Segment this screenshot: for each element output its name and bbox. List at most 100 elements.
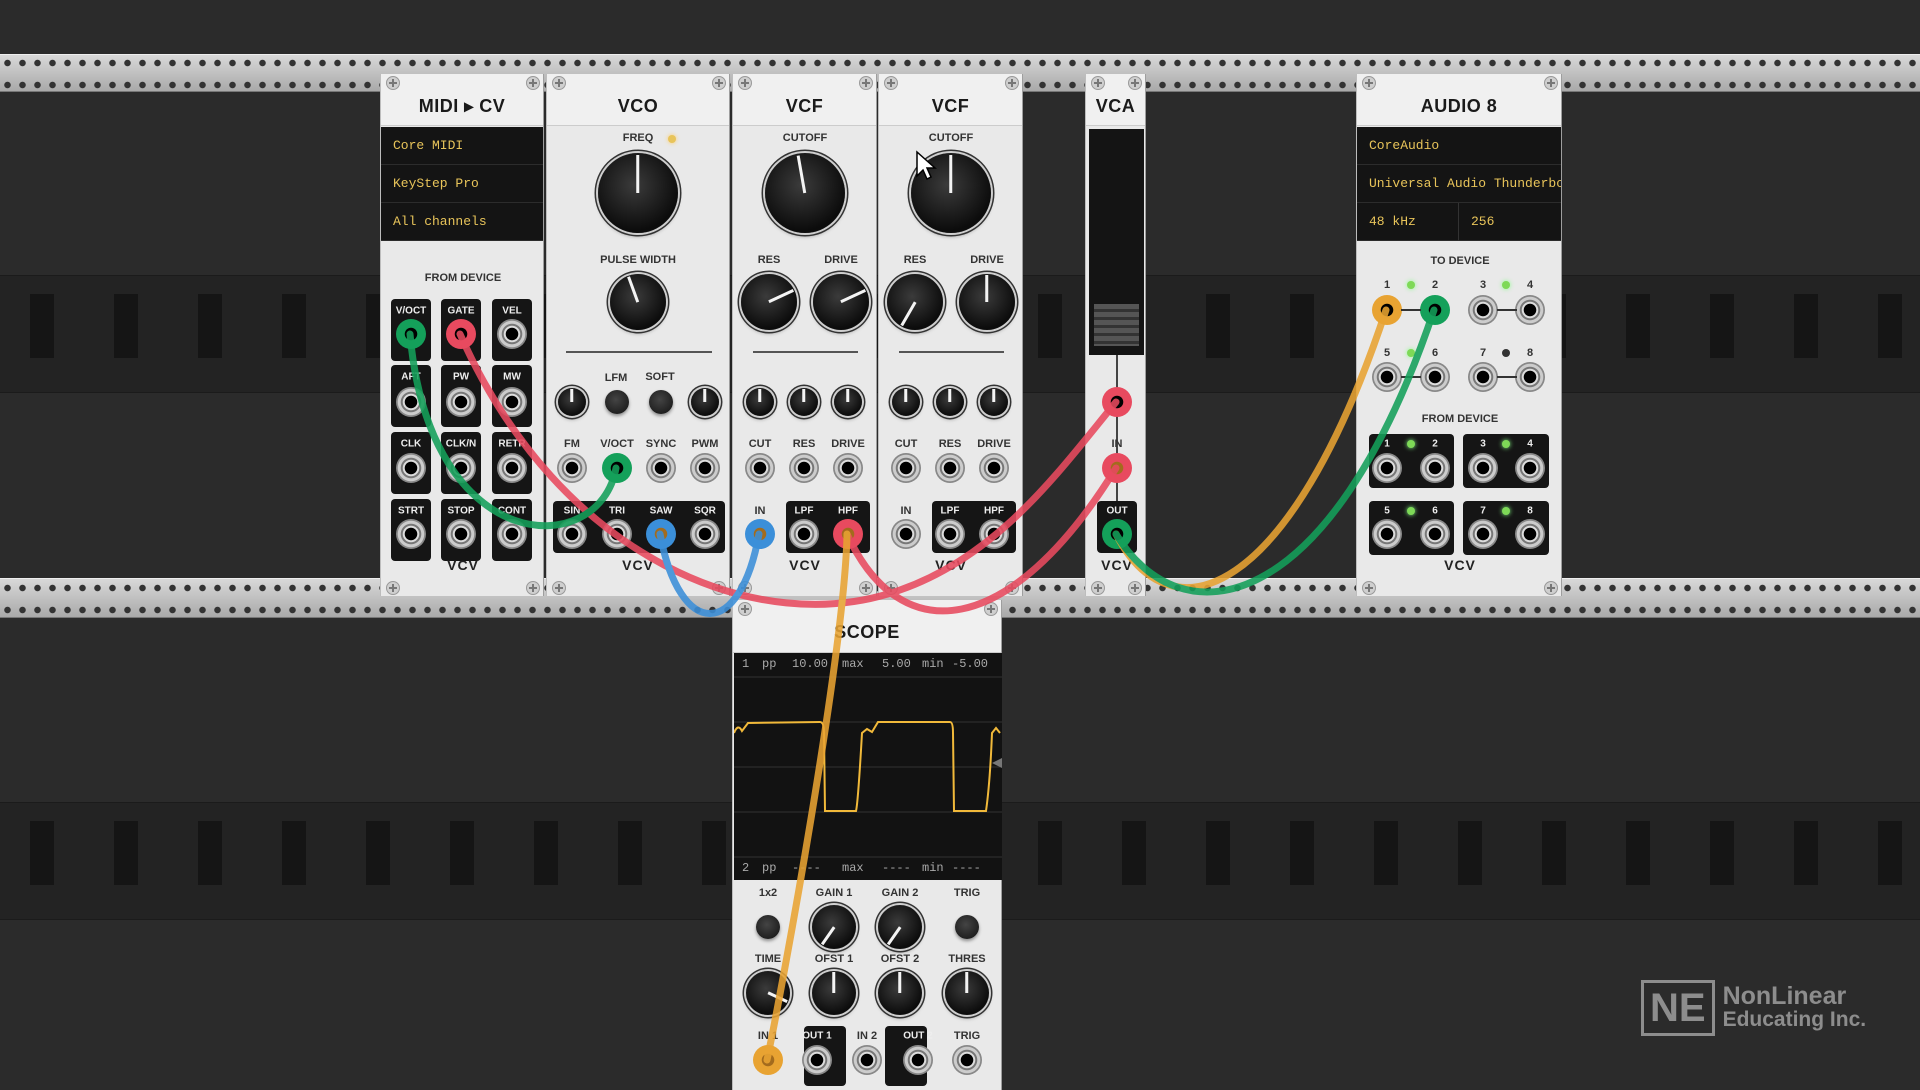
out-jack[interactable]	[1102, 519, 1132, 549]
port-label: IN 2	[856, 1030, 878, 1042]
jack-9[interactable]	[396, 519, 426, 549]
vcv-logo: VCV	[447, 557, 479, 573]
sample-rate-select[interactable]: 48 kHz	[1357, 203, 1459, 241]
cv-input-0[interactable]	[891, 453, 921, 483]
jack-5[interactable]	[497, 387, 527, 417]
pulse-width-knob[interactable]	[610, 274, 666, 330]
trig-switch[interactable]	[955, 915, 979, 939]
cv-attenuator-knob[interactable]	[746, 388, 774, 416]
drive-knob[interactable]	[959, 274, 1015, 330]
to-device-jack-2[interactable]	[1420, 295, 1450, 325]
cv-input-1[interactable]	[789, 453, 819, 483]
cv-jack[interactable]	[1102, 387, 1132, 417]
cv-input-0[interactable]	[745, 453, 775, 483]
level-led	[1407, 281, 1415, 289]
cv-attenuator-knob[interactable]	[790, 388, 818, 416]
lpf-out-jack[interactable]	[935, 519, 965, 549]
vco-input-3[interactable]	[690, 453, 720, 483]
scope-port-0[interactable]	[753, 1045, 783, 1075]
jack-8[interactable]	[497, 453, 527, 483]
vco-output-1[interactable]	[602, 519, 632, 549]
port-label: V/OCT	[600, 438, 634, 450]
cv-attenuator-knob[interactable]	[892, 388, 920, 416]
jack-2[interactable]	[497, 319, 527, 349]
port-label: CUT	[894, 438, 918, 450]
in-jack[interactable]	[1102, 453, 1132, 483]
1x2-switch[interactable]	[756, 915, 780, 939]
jack-7[interactable]	[446, 453, 476, 483]
jack-1[interactable]	[446, 319, 476, 349]
jack-10[interactable]	[446, 519, 476, 549]
from-device-jack-1[interactable]	[1372, 453, 1402, 483]
jack-11[interactable]	[497, 519, 527, 549]
cv-input-2[interactable]	[979, 453, 1009, 483]
vco-input-0[interactable]	[557, 453, 587, 483]
cv-input-2[interactable]	[833, 453, 863, 483]
jack-4[interactable]	[446, 387, 476, 417]
threshold-knob[interactable]	[945, 971, 989, 1015]
from-device-jack-2[interactable]	[1420, 453, 1450, 483]
audio-device-select[interactable]: Universal Audio Thunderbolt	[1357, 165, 1561, 203]
cv-input-1[interactable]	[935, 453, 965, 483]
scope-port-2[interactable]	[852, 1045, 882, 1075]
audio-driver-select[interactable]: CoreAudio	[1357, 127, 1561, 165]
to-device-jack-6[interactable]	[1420, 362, 1450, 392]
scope-port-3[interactable]	[903, 1045, 933, 1075]
lfm-switch[interactable]	[605, 390, 629, 414]
midi-driver-select[interactable]: Core MIDI	[381, 127, 543, 165]
midi-device-select[interactable]: KeyStep Pro	[381, 165, 543, 203]
block-size-select[interactable]: 256	[1459, 203, 1561, 241]
port-label: 5	[1383, 347, 1391, 359]
port-label: TO DEVICE	[1430, 255, 1490, 267]
midi-channel-select[interactable]: All channels	[381, 203, 543, 241]
vco-output-0[interactable]	[557, 519, 587, 549]
to-device-jack-3[interactable]	[1468, 295, 1498, 325]
port-label: TRIG	[953, 1030, 981, 1042]
to-device-jack-1[interactable]	[1372, 295, 1402, 325]
to-device-jack-5[interactable]	[1372, 362, 1402, 392]
vco-output-3[interactable]	[690, 519, 720, 549]
offset-1-knob[interactable]	[812, 971, 856, 1015]
from-device-jack-6[interactable]	[1420, 519, 1450, 549]
to-device-jack-7[interactable]	[1468, 362, 1498, 392]
from-device-jack-7[interactable]	[1468, 519, 1498, 549]
scope-port-1[interactable]	[802, 1045, 832, 1075]
offset-2-knob[interactable]	[878, 971, 922, 1015]
level-slider-handle[interactable]	[1094, 304, 1139, 346]
time-knob[interactable]	[746, 971, 790, 1015]
fm-attenuator-knob[interactable]	[558, 388, 586, 416]
jack-0[interactable]	[396, 319, 426, 349]
pwm-attenuator-knob[interactable]	[691, 388, 719, 416]
to-device-jack-8[interactable]	[1515, 362, 1545, 392]
gain-2-knob[interactable]	[878, 905, 922, 949]
vco-input-1[interactable]	[602, 453, 632, 483]
cutoff-knob[interactable]	[765, 153, 845, 233]
jack-6[interactable]	[396, 453, 426, 483]
from-device-jack-4[interactable]	[1515, 453, 1545, 483]
hpf-out-jack[interactable]	[979, 519, 1009, 549]
port-label: RES	[757, 254, 781, 266]
soft-switch[interactable]	[649, 390, 673, 414]
from-device-jack-5[interactable]	[1372, 519, 1402, 549]
gain-1-knob[interactable]	[812, 905, 856, 949]
vcf-in-jack[interactable]	[891, 519, 921, 549]
to-device-jack-4[interactable]	[1515, 295, 1545, 325]
cv-attenuator-knob[interactable]	[936, 388, 964, 416]
drive-knob[interactable]	[813, 274, 869, 330]
scope-port-4[interactable]	[952, 1045, 982, 1075]
cv-attenuator-knob[interactable]	[834, 388, 862, 416]
jack-3[interactable]	[396, 387, 426, 417]
scope-display[interactable]: 1 pp 10.00 max 5.00 min -5.00 2 pp ---- max ---- min…	[734, 653, 1002, 880]
cv-attenuator-knob[interactable]	[980, 388, 1008, 416]
vcf-in-jack[interactable]	[745, 519, 775, 549]
vco-input-2[interactable]	[646, 453, 676, 483]
res-knob[interactable]	[887, 274, 943, 330]
res-knob[interactable]	[741, 274, 797, 330]
port-label: PWM	[691, 438, 719, 450]
from-device-jack-3[interactable]	[1468, 453, 1498, 483]
from-device-jack-8[interactable]	[1515, 519, 1545, 549]
freq-knob[interactable]	[598, 153, 678, 233]
hpf-out-jack[interactable]	[833, 519, 863, 549]
vco-output-2[interactable]	[646, 519, 676, 549]
lpf-out-jack[interactable]	[789, 519, 819, 549]
